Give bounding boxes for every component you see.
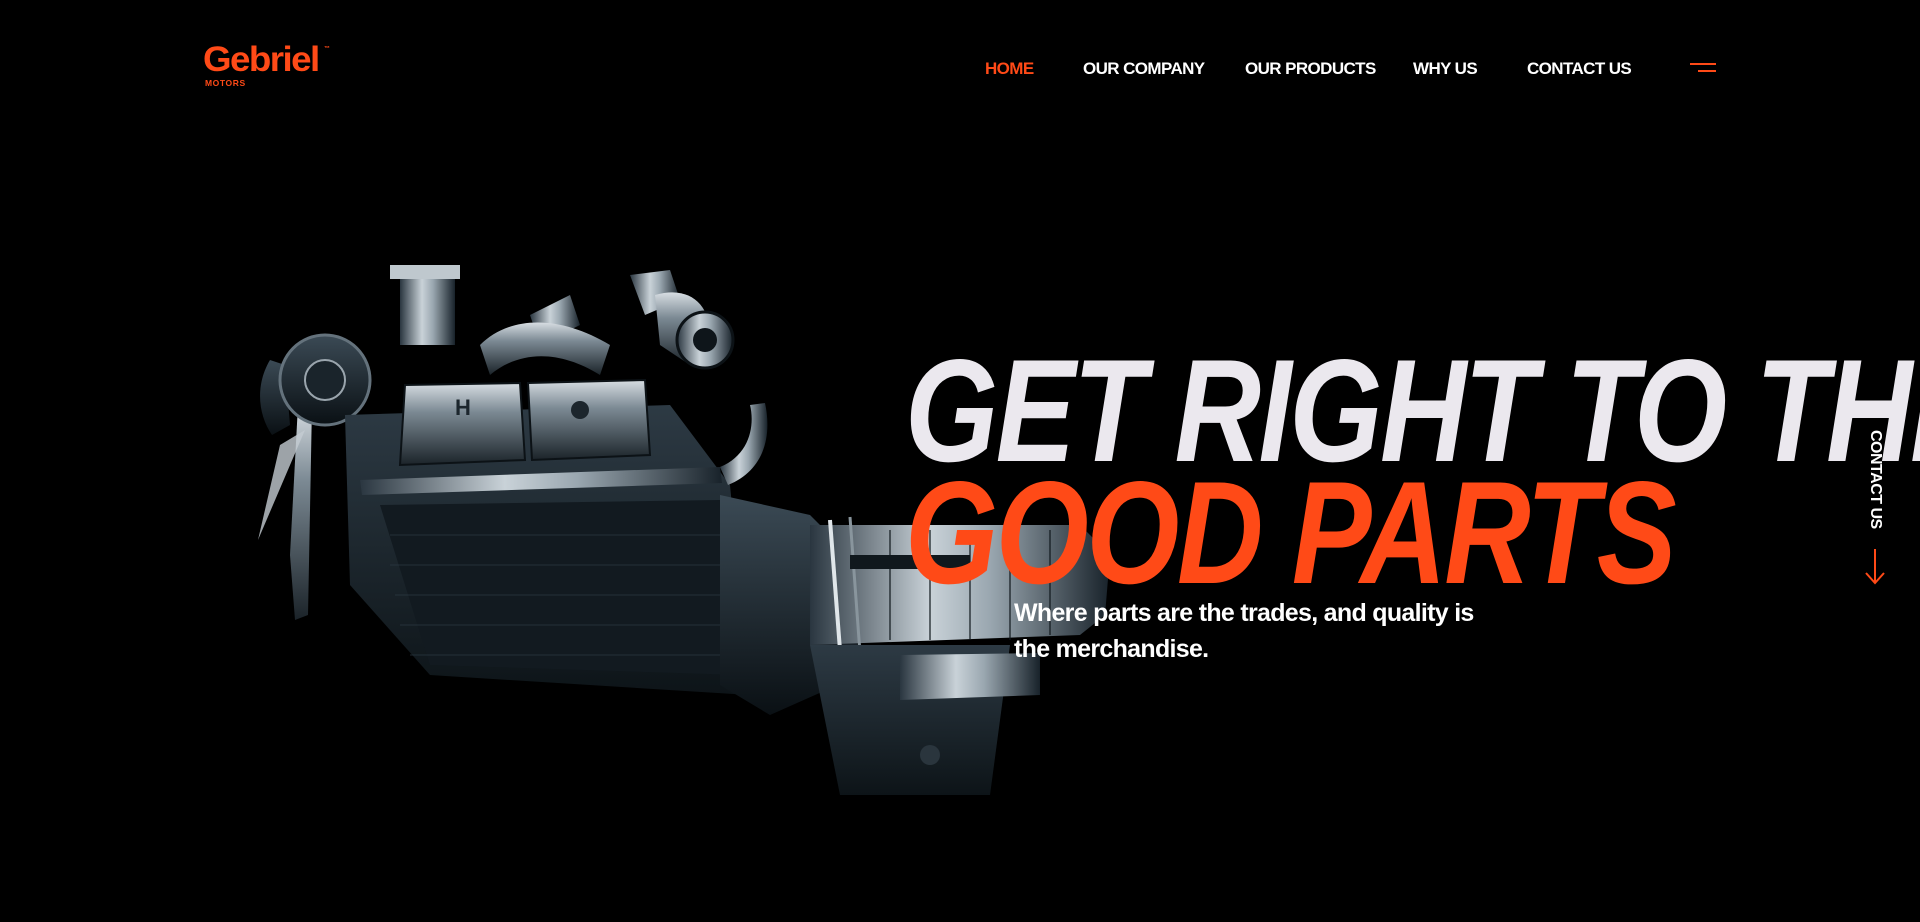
nav-why-us[interactable]: WHY US <box>1413 59 1478 79</box>
side-contact-label: CONTACT US <box>1867 430 1884 529</box>
menu-line <box>1698 70 1716 72</box>
nav-our-products[interactable]: OUR PRODUCTS <box>1245 59 1376 79</box>
nav-home[interactable]: HOME <box>985 59 1034 79</box>
brand-trademark: ™ <box>324 46 330 52</box>
main-nav: HOME OUR COMPANY OUR PRODUCTS WHY US CON… <box>0 59 1920 83</box>
menu-line <box>1690 63 1716 65</box>
side-contact-link[interactable]: CONTACT US <box>1858 430 1898 590</box>
nav-our-company[interactable]: OUR COMPANY <box>1083 59 1205 79</box>
page: Gebriel ™ MOTORS HOME OUR COMPANY OUR PR… <box>0 0 1920 922</box>
hero-title-line-2: GOOD PARTS <box>905 451 1677 614</box>
svg-text:H: H <box>455 395 471 420</box>
nav-contact-us[interactable]: CONTACT US <box>1527 59 1632 79</box>
hero-subtitle: Where parts are the trades, and quality … <box>1014 599 1474 663</box>
arrow-down-icon <box>1865 549 1885 585</box>
hamburger-menu-icon[interactable] <box>1688 60 1716 76</box>
